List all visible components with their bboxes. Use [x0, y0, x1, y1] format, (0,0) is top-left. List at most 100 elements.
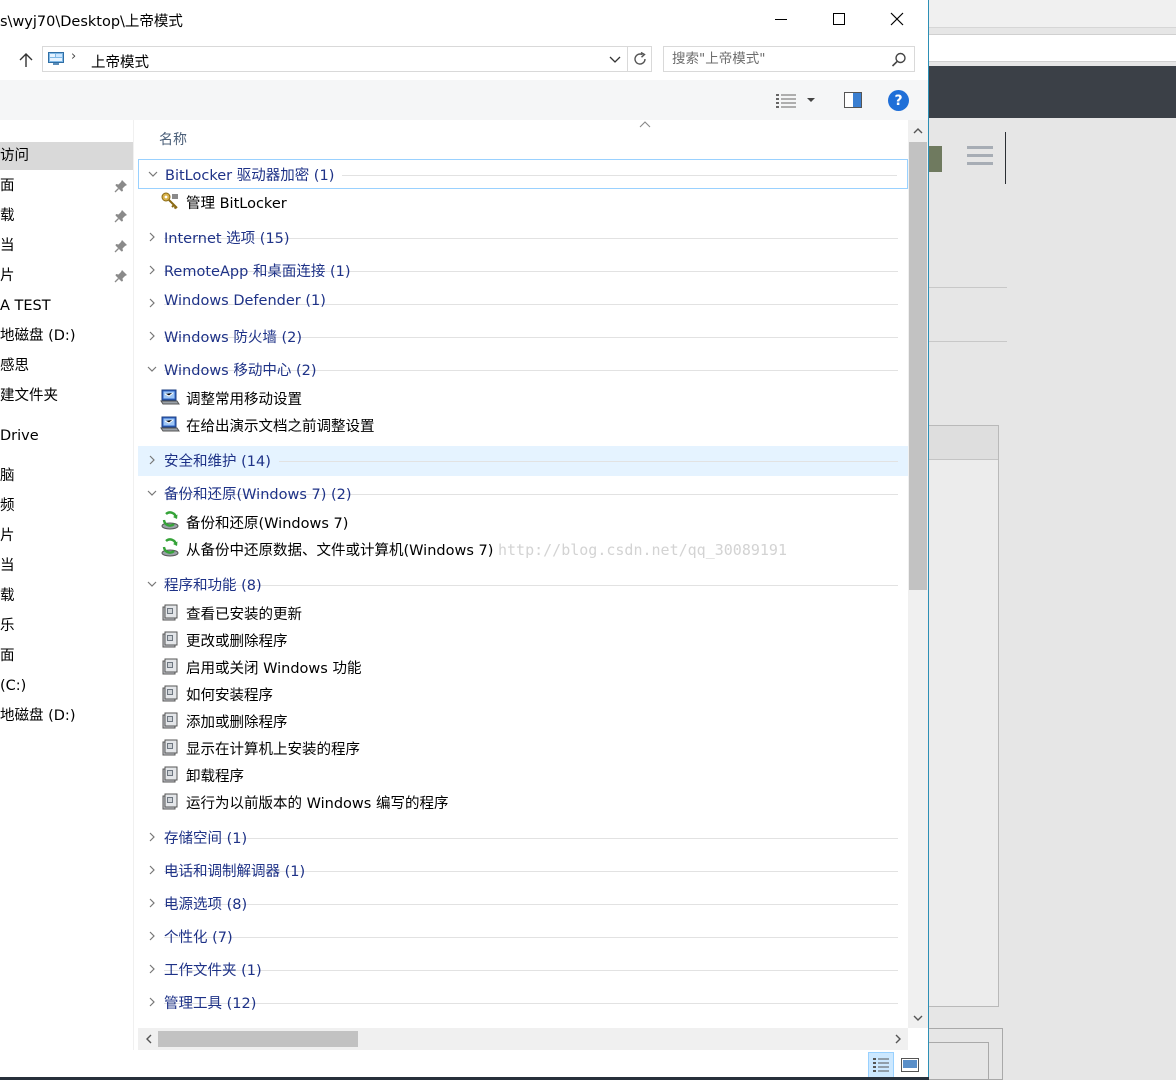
nav-item[interactable]: 地磁盘 (D:) — [0, 702, 133, 730]
list-item-label: 如何安装程序 — [186, 688, 273, 704]
column-header-name[interactable]: 名称 — [159, 129, 187, 149]
group-header[interactable]: Windows Defender (1) — [138, 289, 908, 319]
chevron-right-icon[interactable] — [146, 330, 158, 342]
pin-icon[interactable] — [114, 209, 128, 223]
list-item[interactable]: 调整常用移动设置 — [160, 384, 860, 411]
list-item[interactable]: 显示在计算机上安装的程序 — [160, 734, 860, 761]
breadcrumb-current[interactable]: 上帝模式 — [91, 51, 149, 72]
group-header[interactable]: 工作文件夹 (1) — [138, 955, 908, 985]
chevron-right-icon[interactable] — [146, 963, 158, 975]
large-icons-view-button[interactable] — [897, 1052, 923, 1078]
address-history-dropdown[interactable] — [605, 50, 625, 70]
group-header[interactable]: RemoteApp 和桌面连接 (1) — [138, 256, 908, 286]
chevron-right-icon[interactable] — [146, 297, 158, 309]
list-item-label: 在给出演示文档之前调整设置 — [186, 419, 375, 435]
nav-item[interactable]: 建文件夹 — [0, 382, 133, 410]
chevron-right-icon[interactable] — [146, 264, 158, 276]
nav-item[interactable]: 感思 — [0, 352, 133, 380]
group-header[interactable]: 电话和调制解调器 (1) — [138, 856, 908, 886]
horizontal-scrollbar[interactable] — [138, 1028, 908, 1050]
chevron-right-icon[interactable] — [146, 831, 158, 843]
close-button[interactable] — [868, 0, 926, 38]
nav-item[interactable]: 载 — [0, 202, 133, 230]
nav-item[interactable]: 乐 — [0, 612, 133, 640]
list-item[interactable]: 查看已安装的更新 — [160, 599, 860, 626]
up-button[interactable] — [14, 48, 38, 72]
title-bar[interactable]: s\wyj70\Desktop\上帝模式 — [0, 0, 928, 38]
address-bar[interactable]: › 上帝模式 — [42, 46, 652, 72]
maximize-button[interactable] — [810, 0, 868, 38]
nav-item-label: A TEST — [0, 298, 51, 314]
pin-icon[interactable] — [114, 269, 128, 283]
group-header[interactable]: 红外线 (1) — [138, 1021, 908, 1028]
group-header[interactable]: 电源选项 (8) — [138, 889, 908, 919]
pin-icon[interactable] — [114, 179, 128, 193]
chevron-down-icon[interactable] — [146, 363, 158, 375]
chevron-down-icon[interactable] — [146, 578, 158, 590]
view-options-dropdown-icon[interactable] — [806, 96, 816, 104]
group-header[interactable]: 备份和还原(Windows 7) (2) — [138, 479, 908, 509]
list-item[interactable]: 添加或删除程序 — [160, 707, 860, 734]
list-item[interactable]: 卸载程序 — [160, 761, 860, 788]
scroll-up-button[interactable] — [908, 120, 928, 140]
list-item[interactable]: 运行为以前版本的 Windows 编写的程序 — [160, 788, 860, 815]
nav-item[interactable]: 面 — [0, 642, 133, 670]
list-item[interactable]: 管理 BitLocker — [160, 188, 860, 215]
group-header[interactable]: BitLocker 驱动器加密 (1) — [138, 159, 908, 189]
nav-item[interactable]: 片 — [0, 262, 133, 290]
chevron-down-icon[interactable] — [146, 487, 158, 499]
chevron-right-icon[interactable] — [146, 996, 158, 1008]
chevron-right-icon[interactable] — [146, 930, 158, 942]
list-item[interactable]: 在给出演示文档之前调整设置 — [160, 411, 860, 438]
chevron-down-icon[interactable] — [147, 168, 159, 180]
group-header[interactable]: Windows 防火墙 (2) — [138, 322, 908, 352]
details-view-button[interactable] — [868, 1052, 894, 1078]
nav-item[interactable]: Drive — [0, 422, 133, 450]
vertical-scrollbar[interactable] — [908, 120, 928, 1028]
nav-item[interactable]: 片 — [0, 522, 133, 550]
nav-item[interactable]: 当 — [0, 232, 133, 260]
nav-item[interactable]: 访问 — [0, 142, 133, 170]
group-header[interactable]: Internet 选项 (15) — [138, 223, 908, 253]
group-header[interactable]: 安全和维护 (14) — [138, 446, 908, 476]
group-header[interactable]: 程序和功能 (8) — [138, 570, 908, 600]
nav-item[interactable]: 载 — [0, 582, 133, 610]
nav-item[interactable]: (C:) — [0, 672, 133, 700]
search-box[interactable] — [663, 46, 915, 72]
search-icon[interactable] — [890, 51, 908, 69]
scroll-right-button[interactable] — [888, 1028, 908, 1050]
refresh-button[interactable] — [627, 47, 651, 71]
list-item-label: 卸载程序 — [186, 769, 244, 785]
chevron-right-icon[interactable] — [146, 231, 158, 243]
nav-item[interactable]: 当 — [0, 552, 133, 580]
list-item-label: 添加或删除程序 — [186, 715, 288, 731]
search-input[interactable] — [672, 50, 882, 68]
details-view-icon[interactable] — [776, 94, 796, 108]
nav-item[interactable]: A TEST — [0, 292, 133, 320]
breadcrumb-chevron-icon[interactable]: › — [71, 49, 76, 64]
preview-pane-icon[interactable] — [844, 92, 862, 108]
hamburger-menu-icon[interactable] — [967, 146, 993, 168]
scroll-down-button[interactable] — [908, 1008, 928, 1028]
list-item[interactable]: 启用或关闭 Windows 功能 — [160, 653, 860, 680]
pin-icon[interactable] — [114, 239, 128, 253]
nav-item[interactable]: 频 — [0, 492, 133, 520]
horizontal-scroll-thumb[interactable] — [158, 1031, 358, 1047]
chevron-right-icon[interactable] — [146, 454, 158, 466]
help-icon[interactable]: ? — [888, 90, 909, 111]
scroll-left-button[interactable] — [138, 1028, 158, 1050]
minimize-button[interactable] — [752, 0, 810, 38]
vertical-scroll-thumb[interactable] — [909, 142, 927, 590]
group-header[interactable]: 管理工具 (12) — [138, 988, 908, 1018]
nav-item[interactable]: 脑 — [0, 462, 133, 490]
nav-item[interactable]: 地磁盘 (D:) — [0, 322, 133, 350]
group-header[interactable]: 个性化 (7) — [138, 922, 908, 952]
list-item[interactable]: 如何安装程序 — [160, 680, 860, 707]
list-item[interactable]: 备份和还原(Windows 7) — [160, 508, 860, 535]
nav-item[interactable]: 面 — [0, 172, 133, 200]
list-item[interactable]: 更改或删除程序 — [160, 626, 860, 653]
chevron-right-icon[interactable] — [146, 897, 158, 909]
group-header[interactable]: 存储空间 (1) — [138, 823, 908, 853]
chevron-right-icon[interactable] — [146, 864, 158, 876]
group-header[interactable]: Windows 移动中心 (2) — [138, 355, 908, 385]
